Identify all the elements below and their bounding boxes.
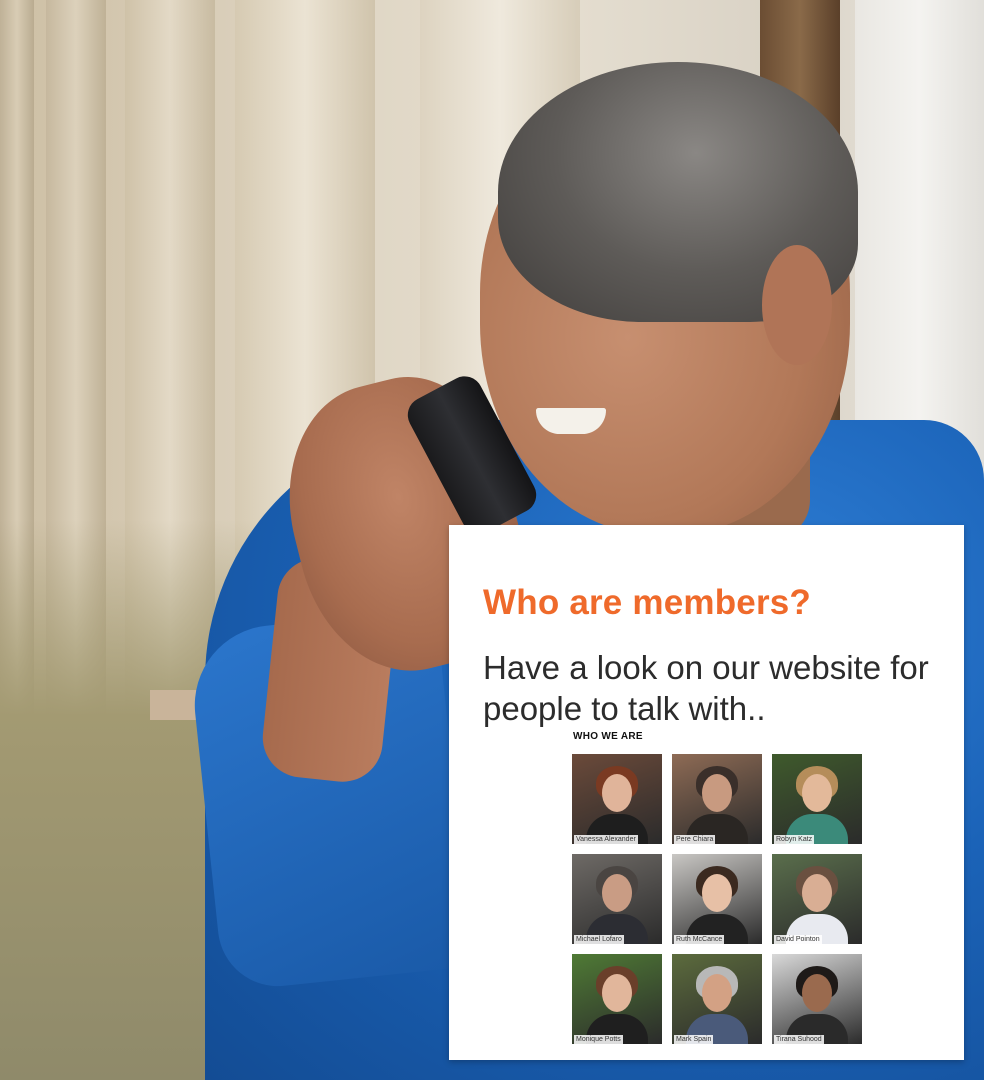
member-name: Robyn Katz <box>774 835 815 844</box>
member-card[interactable]: Tirana Suhood <box>772 954 862 1044</box>
member-photo <box>772 754 862 844</box>
member-photo <box>672 854 762 944</box>
portrait-shape <box>802 974 832 1012</box>
member-card[interactable]: David Pointon <box>772 854 862 944</box>
card-text: Have a look on our website for people to… <box>483 649 929 727</box>
info-card: Who are members? Have a look on our webs… <box>449 525 964 1060</box>
member-name: David Pointon <box>774 935 822 944</box>
card-title: Who are members? <box>483 583 812 622</box>
member-name: Pere Chiara <box>674 835 716 844</box>
member-name: Monique Potts <box>574 1035 623 1044</box>
portrait-shape <box>602 874 632 912</box>
member-card[interactable]: Vanessa Alexander <box>572 754 662 844</box>
man-ear <box>762 245 832 365</box>
member-card[interactable]: Monique Potts <box>572 954 662 1044</box>
member-name: Ruth McCance <box>674 935 725 944</box>
portrait-shape <box>802 774 832 812</box>
member-photo <box>772 954 862 1044</box>
member-photo <box>772 854 862 944</box>
member-photo <box>672 754 762 844</box>
member-photo <box>672 954 762 1044</box>
member-photo <box>572 954 662 1044</box>
member-card[interactable]: Ruth McCance <box>672 854 762 944</box>
portrait-shape <box>702 874 732 912</box>
portrait-shape <box>602 774 632 812</box>
portrait-shape <box>602 974 632 1012</box>
member-photo <box>572 854 662 944</box>
member-name: Mark Spain <box>674 1035 714 1044</box>
member-photo <box>572 754 662 844</box>
member-card[interactable]: Mark Spain <box>672 954 762 1044</box>
member-card[interactable]: Michael Lofaro <box>572 854 662 944</box>
member-card[interactable]: Pere Chiara <box>672 754 762 844</box>
member-name: Vanessa Alexander <box>574 835 638 844</box>
portrait-shape <box>702 774 732 812</box>
who-we-are-heading: WHO WE ARE <box>573 731 643 742</box>
member-grid: Vanessa Alexander Pere Chiara Robyn Katz Mi… <box>572 754 862 1044</box>
portrait-shape <box>702 974 732 1012</box>
member-name: Tirana Suhood <box>774 1035 824 1044</box>
member-card[interactable]: Robyn Katz <box>772 754 862 844</box>
member-name: Michael Lofaro <box>574 935 624 944</box>
portrait-shape <box>802 874 832 912</box>
